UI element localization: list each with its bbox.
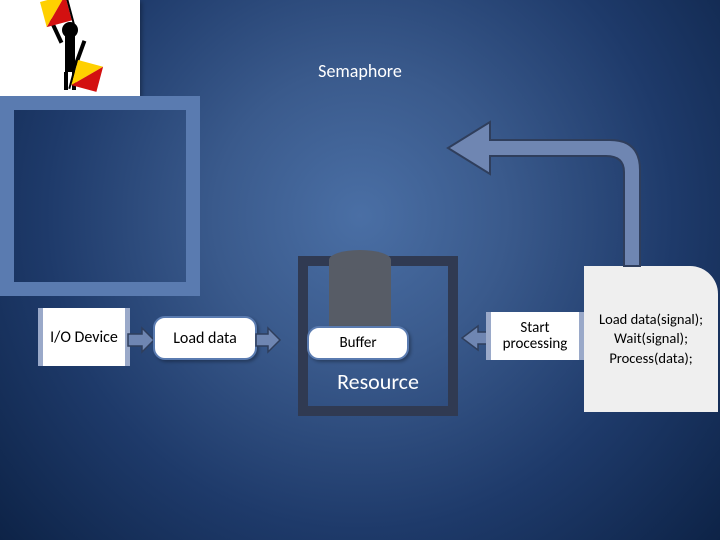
buffer-node: Buffer (307, 326, 409, 360)
start-processing-node: Start processing (486, 312, 584, 360)
arrow-code-to-semaphore (430, 110, 670, 270)
code-box: Load data(signal); Wait(signal); Process… (584, 266, 718, 412)
slide: Semaphore I/O D (0, 0, 720, 540)
load-data-node: Load data (153, 316, 257, 360)
arrow-io-to-load (128, 328, 154, 352)
semaphore-title: Semaphore (285, 58, 435, 84)
io-device-node: I/O Device (38, 308, 130, 366)
resource-label: Resource (298, 366, 458, 396)
semaphore-flags-image (0, 0, 140, 96)
resource-outer-frame (0, 96, 200, 296)
arrow-load-to-resource (256, 328, 280, 352)
